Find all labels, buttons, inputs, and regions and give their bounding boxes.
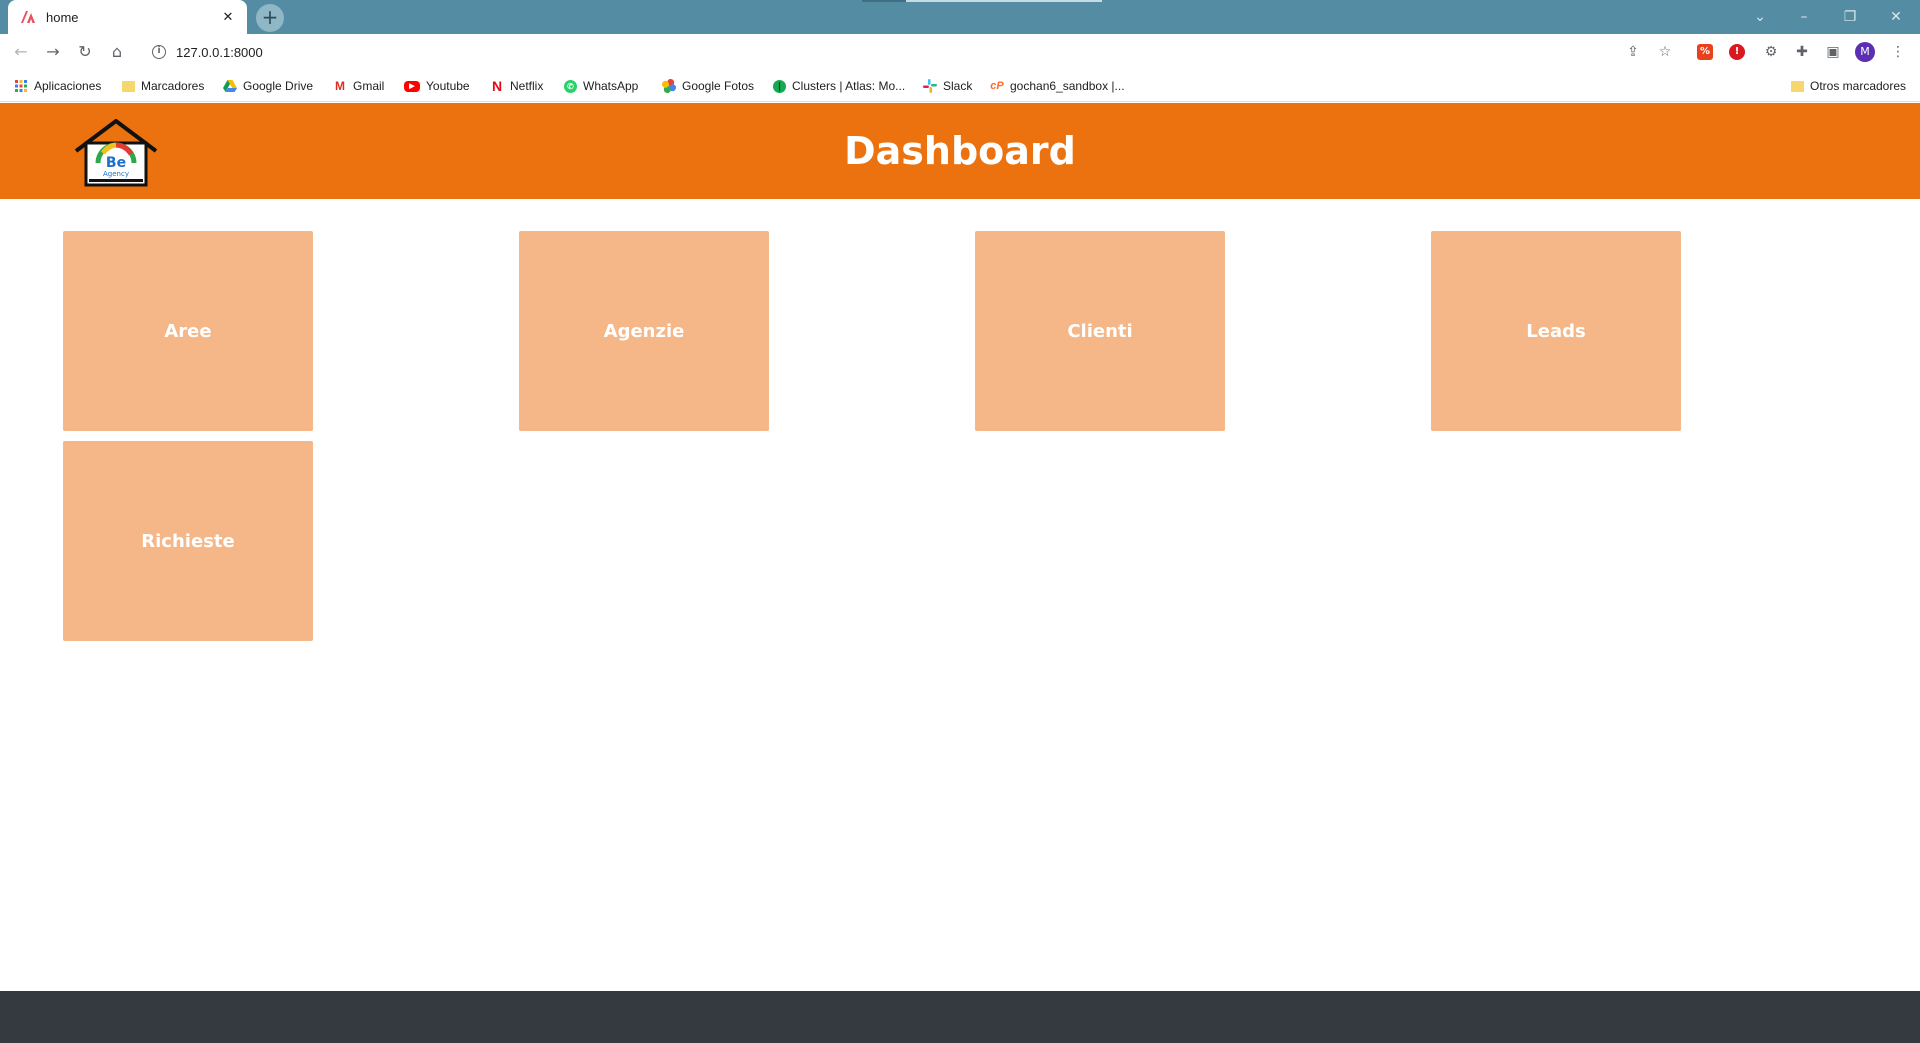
forward-icon[interactable]: → (40, 40, 66, 64)
bookmark-label: Marcadores (141, 79, 205, 93)
card-agenzie[interactable]: Agenzie (519, 231, 769, 431)
google-drive-icon (223, 79, 237, 93)
bookmark-label: Google Fotos (682, 79, 755, 93)
tab-close-icon[interactable]: ✕ (219, 10, 237, 25)
bookmark-google-drive[interactable]: Google Drive (223, 78, 313, 94)
back-icon[interactable]: ← (8, 40, 34, 64)
youtube-icon: ▶ (404, 80, 420, 92)
bookmark-label: Aplicaciones (34, 79, 102, 93)
browser-tabstrip: home ✕ + ⌄ – ❐ ✕ (0, 0, 1920, 34)
bookmark-label: WhatsApp (583, 79, 639, 93)
tab-drag-area (862, 0, 906, 2)
tab-favicon-icon (20, 9, 36, 25)
browser-menu-icon[interactable]: ⋮ (1888, 42, 1908, 62)
bookmark-netflix[interactable]: N Netflix (490, 78, 543, 94)
card-label: Clienti (1067, 320, 1133, 342)
cpanel-icon: cP (990, 80, 1004, 92)
card-label: Aree (164, 320, 212, 342)
bookmark-gmail[interactable]: M Gmail (333, 78, 384, 94)
bookmark-youtube[interactable]: ▶ Youtube (404, 78, 470, 94)
page-content: Be Agency Dashboard Aree Agenzie Clienti… (0, 103, 1920, 1043)
reload-icon[interactable]: ↻ (72, 40, 98, 64)
extension-icon-orange[interactable]: % (1697, 44, 1713, 60)
bookmark-label: Otros marcadores (1810, 79, 1907, 93)
apps-grid-icon (14, 79, 28, 93)
extensions-puzzle-icon[interactable]: ✚ (1792, 42, 1812, 62)
bookmark-otros-marcadores[interactable]: Otros marcadores (1791, 78, 1906, 94)
tab-search-icon[interactable]: ⌄ (1746, 5, 1774, 29)
bookmark-clusters-atlas[interactable]: ❘ Clusters | Atlas: Mo... (773, 78, 905, 94)
bookmark-label: Slack (943, 79, 973, 93)
side-panel-icon[interactable]: ▣ (1823, 42, 1843, 62)
profile-avatar[interactable]: M (1855, 42, 1875, 62)
restore-icon[interactable]: ❐ (1836, 5, 1864, 29)
card-label: Agenzie (603, 320, 685, 342)
whatsapp-icon: ✆ (564, 79, 577, 93)
slack-icon (923, 79, 937, 93)
site-info-icon[interactable]: i (152, 45, 166, 59)
folder-icon (122, 80, 135, 92)
google-photos-icon (662, 79, 676, 93)
netflix-icon: N (491, 78, 503, 94)
bookmarks-bar: Aplicaciones Marcadores Google Drive M G… (0, 70, 1920, 102)
bookmark-google-fotos[interactable]: Google Fotos (662, 78, 754, 94)
bookmark-label: Gmail (353, 79, 385, 93)
page-title: Dashboard (844, 129, 1076, 173)
card-richieste[interactable]: Richieste (63, 441, 313, 641)
window-close-icon[interactable]: ✕ (1882, 5, 1910, 29)
page-footer (0, 991, 1920, 1043)
bookmark-whatsapp[interactable]: ✆ WhatsApp (564, 78, 638, 94)
bookmark-label: Clusters | Atlas: Mo... (792, 79, 906, 93)
url-text: 127.0.0.1:8000 (176, 44, 263, 60)
mongodb-icon: ❘ (773, 79, 786, 93)
minimize-icon[interactable]: – (1790, 5, 1818, 29)
address-bar[interactable]: i 127.0.0.1:8000 (140, 38, 1650, 66)
bookmark-label: Google Drive (243, 79, 314, 93)
share-icon[interactable]: ⇪ (1623, 42, 1643, 62)
bookmark-label: Youtube (426, 79, 470, 93)
card-aree[interactable]: Aree (63, 231, 313, 431)
new-tab-button[interactable]: + (256, 4, 284, 32)
bookmark-gochan6-sandbox[interactable]: cP gochan6_sandbox |... (990, 78, 1125, 94)
tab-drag-area-highlight (906, 0, 1102, 2)
extension-icon-red[interactable]: ! (1729, 44, 1745, 60)
bookmark-label: Netflix (510, 79, 544, 93)
folder-icon (1791, 80, 1804, 92)
bookmark-marcadores[interactable]: Marcadores (122, 78, 204, 94)
bookmark-label: gochan6_sandbox |... (1010, 79, 1125, 93)
bookmark-star-icon[interactable]: ☆ (1655, 42, 1675, 62)
card-clienti[interactable]: Clienti (975, 231, 1225, 431)
card-leads[interactable]: Leads (1431, 231, 1681, 431)
bookmark-slack[interactable]: Slack (923, 78, 972, 94)
tab-title: home (46, 9, 79, 25)
browser-toolbar: ← → ↻ ⌂ i 127.0.0.1:8000 ⇪ ☆ % ! ⚙ ✚ ▣ M… (0, 34, 1920, 70)
extension-gear-icon[interactable]: ⚙ (1761, 42, 1781, 62)
dashboard-header: Be Agency Dashboard (0, 103, 1920, 199)
browser-tab[interactable]: home ✕ (8, 0, 247, 34)
card-label: Leads (1526, 320, 1586, 342)
bookmark-aplicaciones[interactable]: Aplicaciones (14, 78, 101, 94)
home-icon[interactable]: ⌂ (104, 40, 130, 64)
gmail-icon: M (335, 79, 345, 93)
card-label: Richieste (141, 530, 235, 552)
